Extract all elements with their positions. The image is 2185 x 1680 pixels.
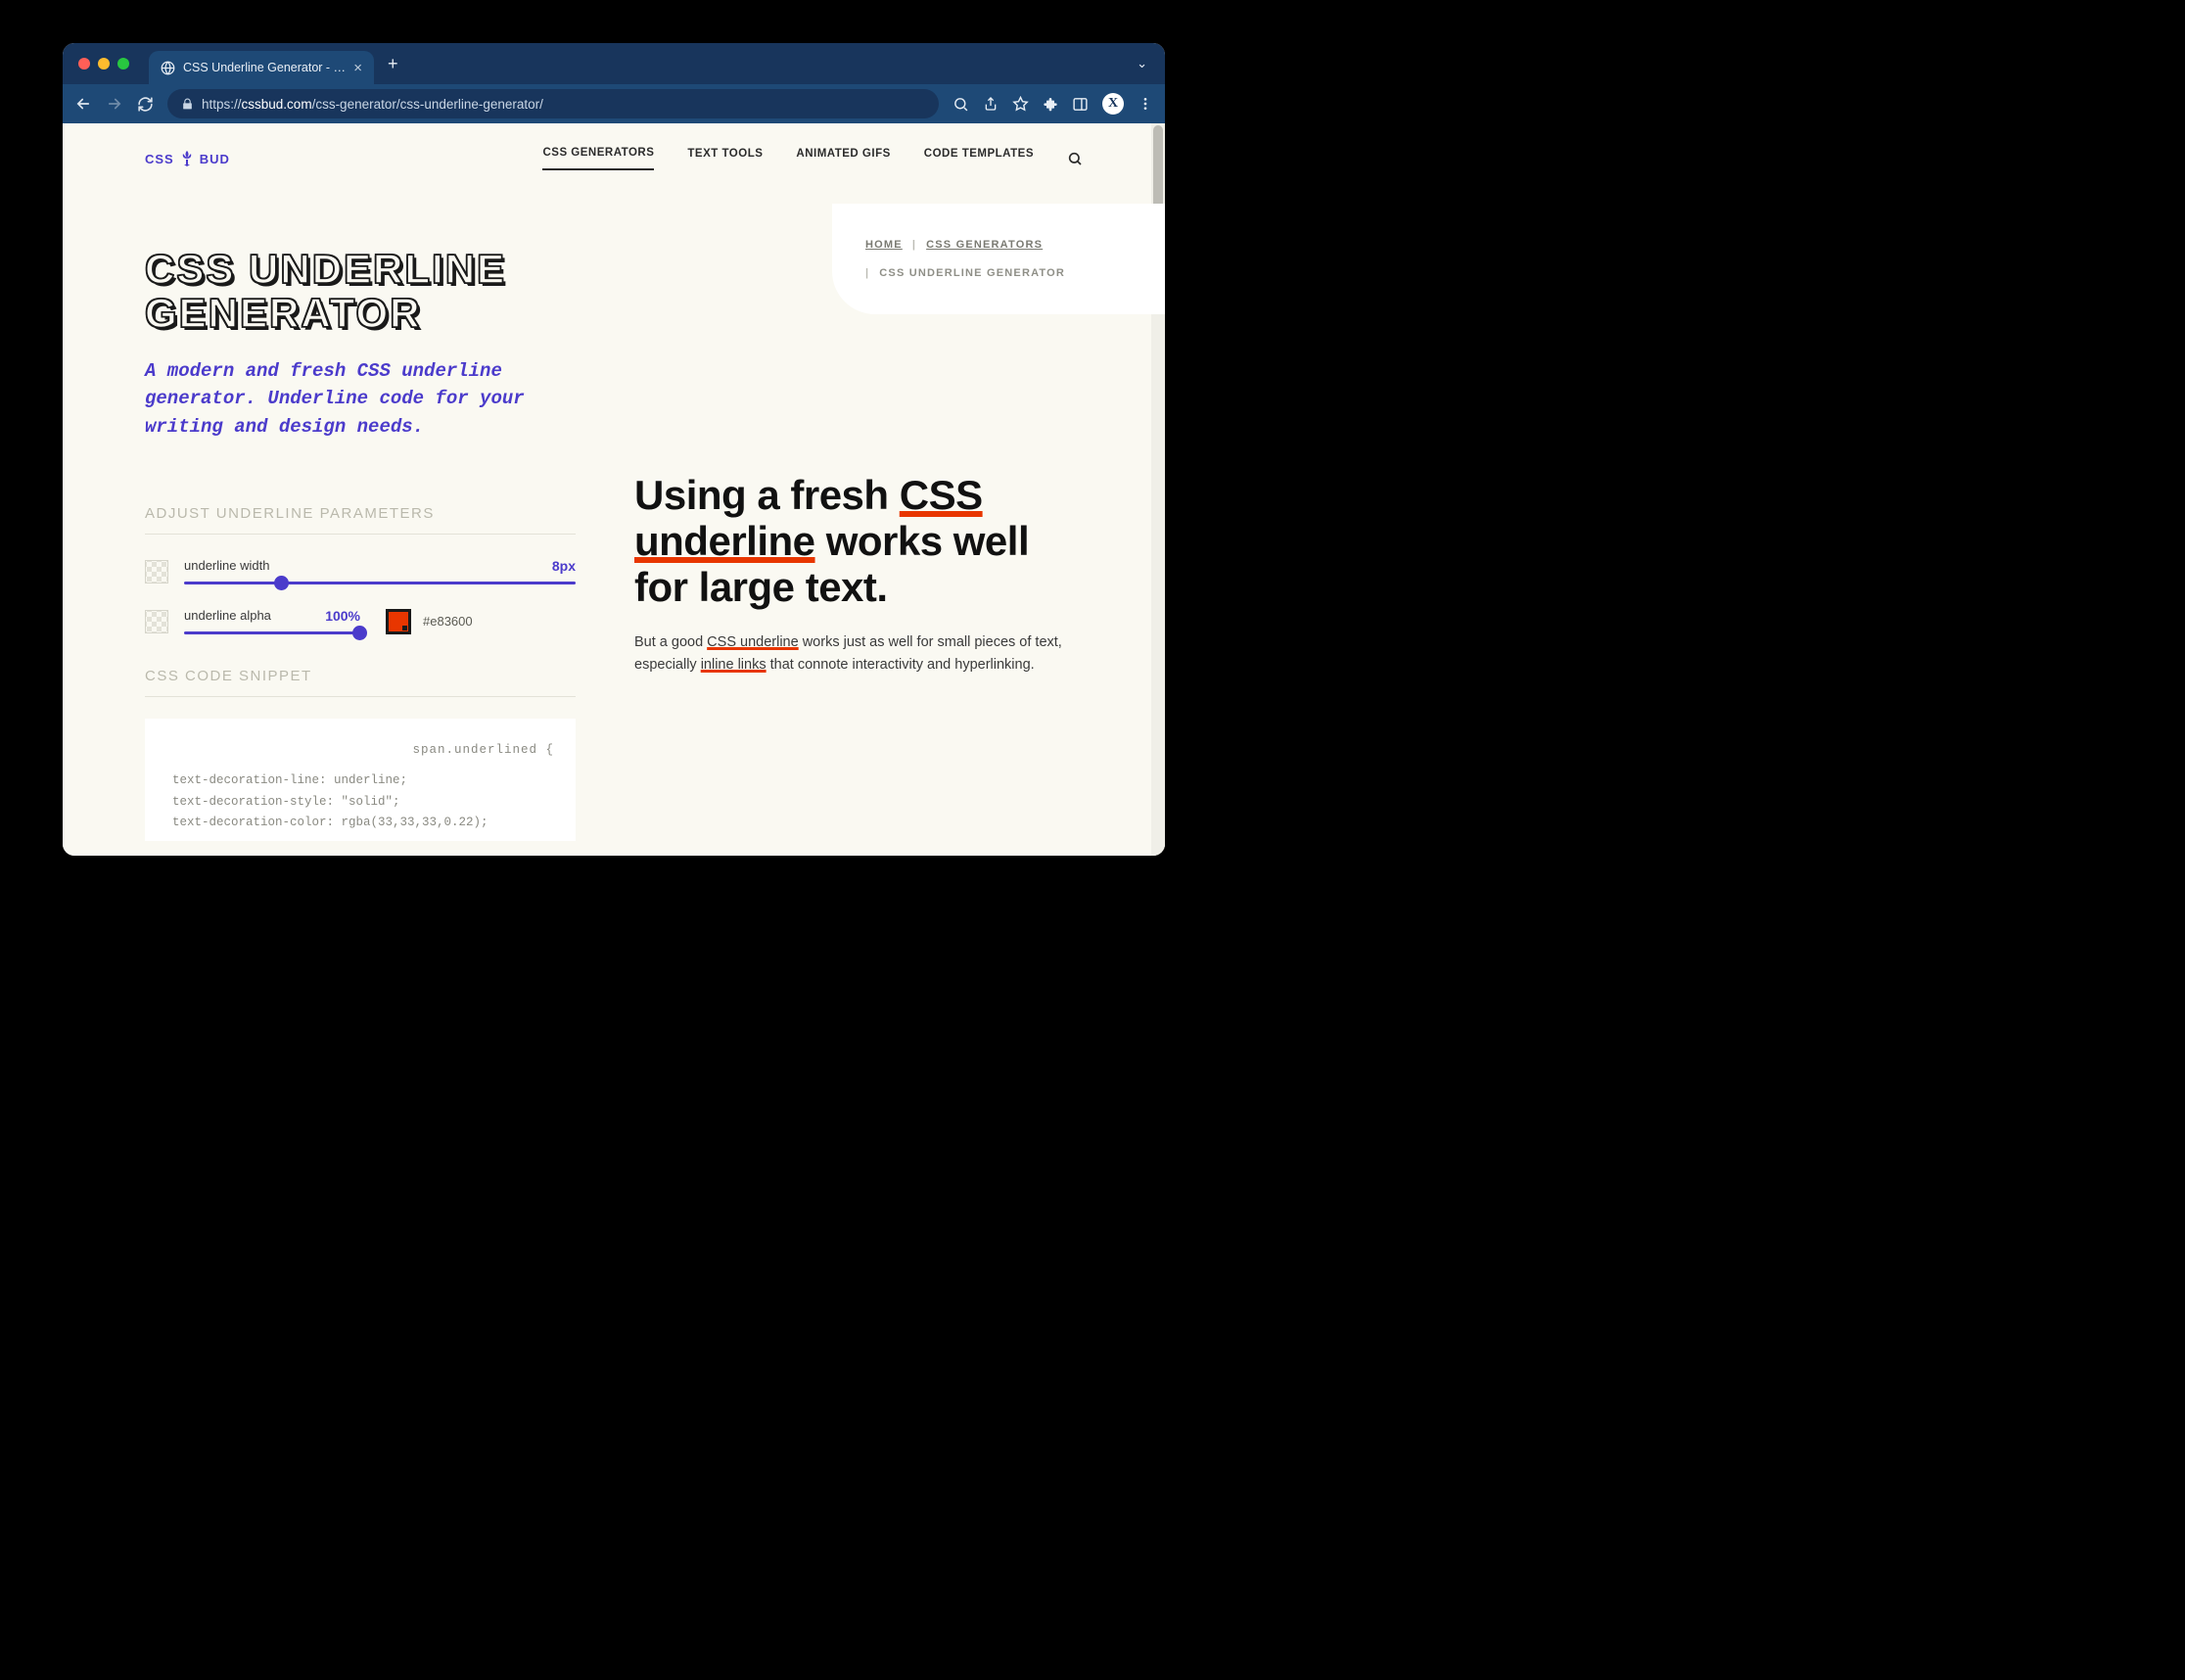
content: CSS UNDERLINE GENERATOR A modern and fre… xyxy=(63,188,1165,841)
breadcrumb-sep: | xyxy=(865,259,869,288)
lock-icon xyxy=(181,98,194,111)
breadcrumb-sep: | xyxy=(912,231,916,259)
demo-paragraph: But a good CSS underline works just as w… xyxy=(634,631,1083,676)
width-slider[interactable] xyxy=(184,582,576,584)
close-window-button[interactable] xyxy=(78,58,90,70)
tulip-icon xyxy=(180,151,194,166)
breadcrumb-home[interactable]: HOME xyxy=(865,231,903,259)
nav-code-templates[interactable]: CODE TEMPLATES xyxy=(924,148,1034,169)
search-icon[interactable] xyxy=(1067,151,1083,166)
site-logo[interactable]: CSS BUD xyxy=(145,151,230,166)
panel-icon[interactable] xyxy=(1072,96,1089,113)
alpha-slider[interactable] xyxy=(184,631,360,634)
demo-underlined-2: CSS underline xyxy=(707,634,799,650)
bookmark-star-icon[interactable] xyxy=(1012,96,1029,113)
profile-avatar[interactable]: X xyxy=(1102,93,1124,115)
window-controls xyxy=(72,58,137,70)
page-title: CSS UNDERLINE GENERATOR xyxy=(145,247,576,336)
demo-heading: Using a fresh CSS underline works well f… xyxy=(634,472,1083,610)
url-field[interactable]: https://cssbud.com/css-generator/css-und… xyxy=(167,89,939,118)
nav-css-generators[interactable]: CSS GENERATORS xyxy=(542,147,654,170)
logo-text-right: BUD xyxy=(200,152,230,166)
page-viewport: CSS BUD CSS GENERATORS TEXT TOOLS ANIMAT… xyxy=(63,123,1165,856)
share-icon[interactable] xyxy=(983,96,999,112)
extensions-icon[interactable] xyxy=(1043,96,1058,112)
snippet-line-2: text-decoration-style: "solid"; xyxy=(172,792,554,813)
nav-animated-gifs[interactable]: ANIMATED GIFS xyxy=(796,148,890,169)
url-text: https://cssbud.com/css-generator/css-und… xyxy=(202,97,543,112)
breadcrumb: HOME | CSS GENERATORS | CSS UNDERLINE GE… xyxy=(832,204,1165,314)
forward-button[interactable] xyxy=(106,95,123,113)
tab-title: CSS Underline Generator - CSS xyxy=(183,61,346,74)
address-bar: https://cssbud.com/css-generator/css-und… xyxy=(63,84,1165,123)
logo-text-left: CSS xyxy=(145,152,174,166)
snippet-selector: span.underlined { xyxy=(166,740,554,761)
maximize-window-button[interactable] xyxy=(117,58,129,70)
tab-bar: CSS Underline Generator - CSS × + ⌄ xyxy=(63,43,1165,84)
kebab-menu-icon[interactable] xyxy=(1138,96,1153,112)
main-nav: CSS GENERATORS TEXT TOOLS ANIMATED GIFS … xyxy=(542,147,1083,170)
browser-tab[interactable]: CSS Underline Generator - CSS × xyxy=(149,51,374,84)
color-hex: #e83600 xyxy=(423,614,473,629)
snippet-section-label: CSS CODE SNIPPET xyxy=(145,668,576,697)
snippet-line-1: text-decoration-line: underline; xyxy=(172,770,554,791)
right-column: HOME | CSS GENERATORS | CSS UNDERLINE GE… xyxy=(634,247,1083,841)
width-value: 8px xyxy=(552,558,576,574)
close-tab-button[interactable]: × xyxy=(353,61,362,75)
alpha-slider-knob[interactable] xyxy=(352,626,367,640)
expand-icon xyxy=(145,560,168,583)
new-tab-button[interactable]: + xyxy=(388,54,398,74)
scrollbar-thumb[interactable] xyxy=(1153,125,1163,213)
alpha-icon xyxy=(145,610,168,633)
reload-button[interactable] xyxy=(137,96,154,113)
breadcrumb-current: CSS UNDERLINE GENERATOR xyxy=(879,259,1065,288)
globe-icon xyxy=(161,61,175,75)
page-subtitle: A modern and fresh CSS underline generat… xyxy=(145,357,576,442)
left-column: CSS UNDERLINE GENERATOR A modern and fre… xyxy=(145,247,576,841)
param-underline-alpha: underline alpha 100% #e83600 xyxy=(145,608,576,634)
site-header: CSS BUD CSS GENERATORS TEXT TOOLS ANIMAT… xyxy=(63,123,1165,188)
width-label: underline width xyxy=(184,558,269,574)
minimize-window-button[interactable] xyxy=(98,58,110,70)
param-underline-width: underline width 8px xyxy=(145,558,576,584)
zoom-icon[interactable] xyxy=(953,96,969,113)
code-snippet[interactable]: span.underlined { text-decoration-line: … xyxy=(145,719,576,841)
alpha-value: 100% xyxy=(325,608,360,624)
snippet-line-3: text-decoration-color: rgba(33,33,33,0.2… xyxy=(172,813,554,833)
params-section-label: ADJUST UNDERLINE PARAMETERS xyxy=(145,505,576,535)
alpha-label: underline alpha xyxy=(184,608,271,624)
color-swatch[interactable] xyxy=(386,609,411,634)
demo-underlined-3: inline links xyxy=(701,657,767,673)
width-slider-knob[interactable] xyxy=(274,576,289,590)
browser-window: CSS Underline Generator - CSS × + ⌄ http… xyxy=(63,43,1165,856)
back-button[interactable] xyxy=(74,95,92,113)
nav-text-tools[interactable]: TEXT TOOLS xyxy=(687,148,763,169)
chevron-down-icon[interactable]: ⌄ xyxy=(1137,56,1155,71)
breadcrumb-css-generators[interactable]: CSS GENERATORS xyxy=(926,231,1043,259)
